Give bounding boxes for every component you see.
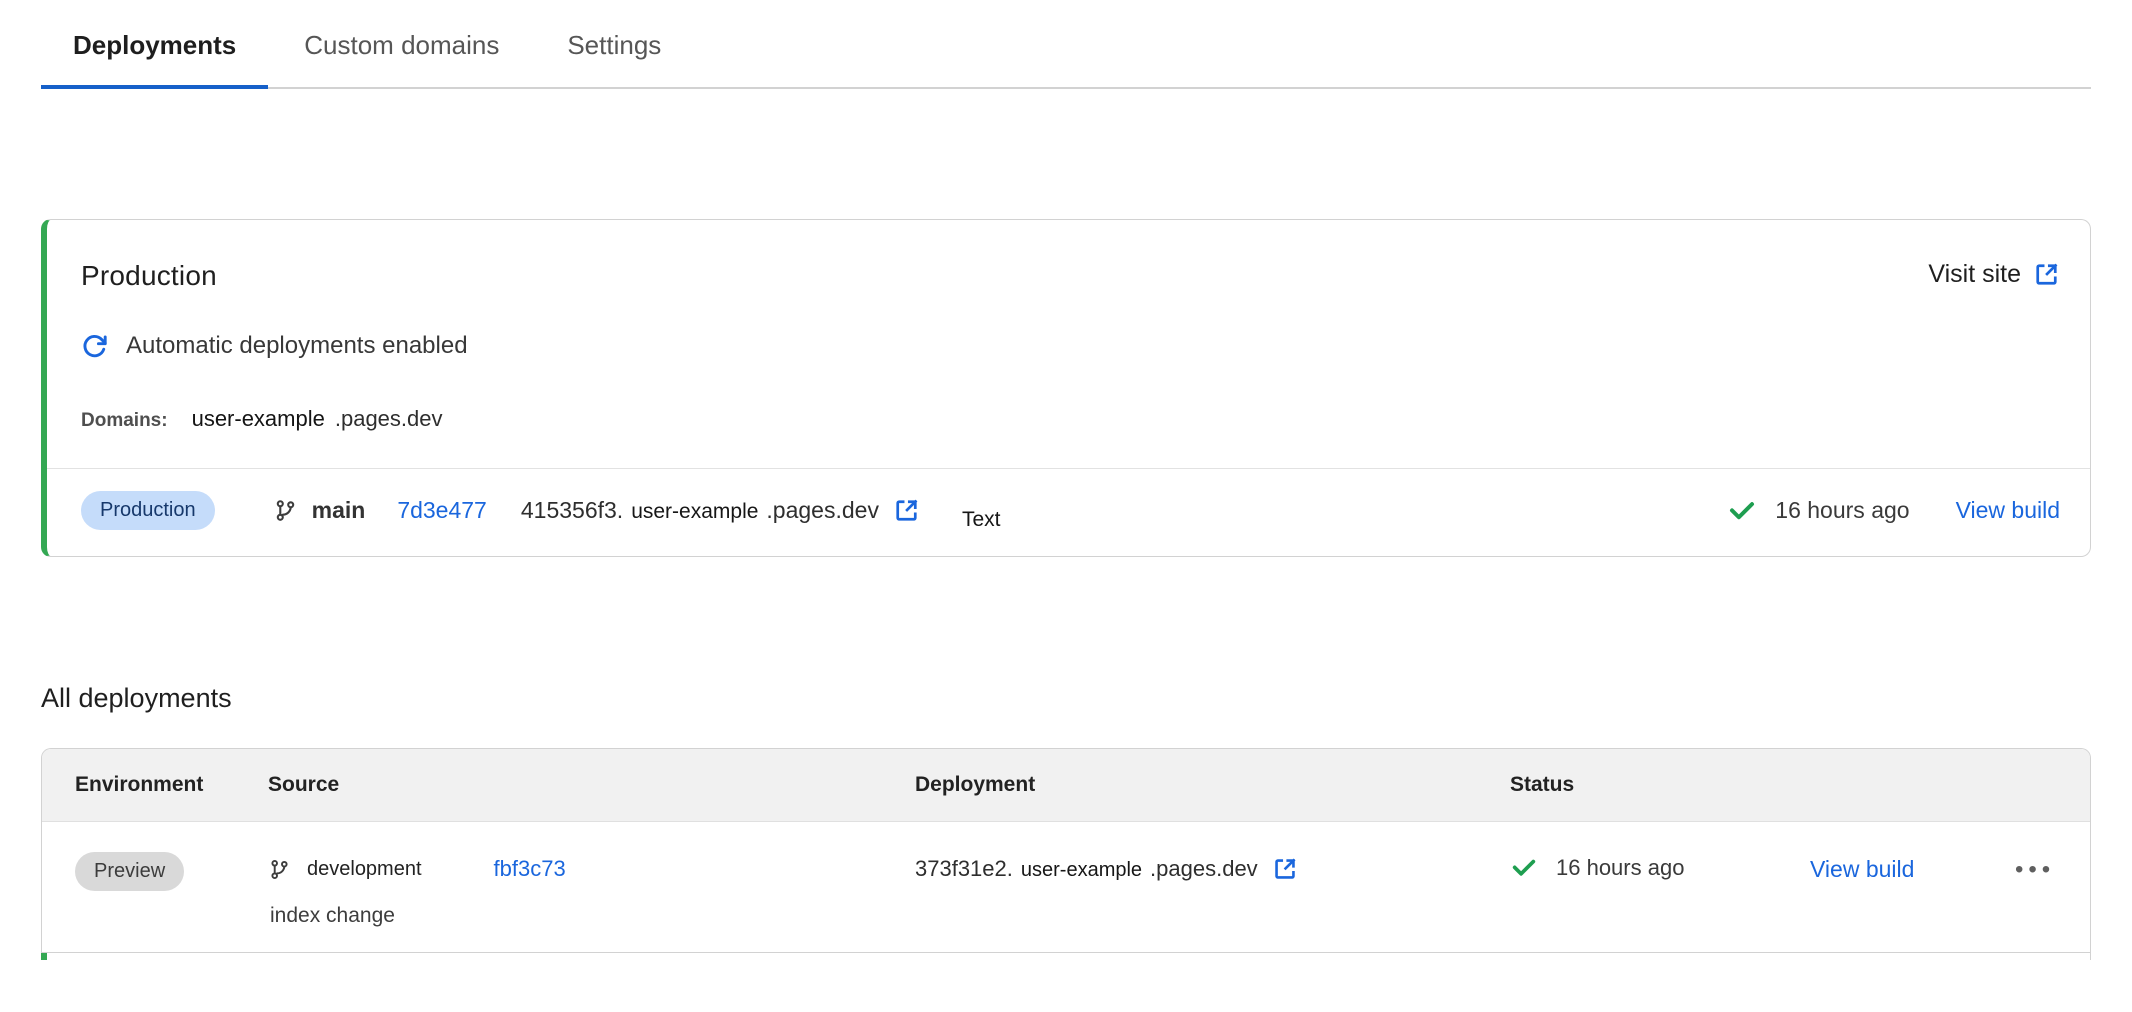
deployment-url: 415356f3. user-example .pages.dev xyxy=(521,497,920,524)
view-build-link[interactable]: View build xyxy=(1956,497,2060,524)
git-branch-icon xyxy=(273,498,298,523)
production-deployment-row: Production main 7d3e477 415356f3. user-e… xyxy=(47,469,2090,556)
auto-deployments-text: Automatic deployments enabled xyxy=(126,332,468,360)
external-link-icon[interactable] xyxy=(893,497,920,524)
production-card-top: Production Visit site Automa xyxy=(47,220,2090,468)
tab-deployments[interactable]: Deployments xyxy=(41,30,268,87)
table-row: Preview development fbf3c73 index change xyxy=(42,822,2090,952)
deployment-suffix: .pages.dev xyxy=(766,497,879,524)
commit-message: Text xyxy=(962,508,1001,532)
external-link-icon xyxy=(2033,261,2060,288)
overflow-menu-icon[interactable]: ••• xyxy=(2015,850,2090,884)
column-header-status: Status xyxy=(1510,773,1810,797)
domain-name: user-example xyxy=(192,406,325,432)
deployment-id: 415356f3. xyxy=(521,497,623,524)
column-header-deployment: Deployment xyxy=(915,773,1510,797)
commit-message: index change xyxy=(270,904,915,928)
deployment-time: 16 hours ago xyxy=(1556,855,1684,881)
deployment-time: 16 hours ago xyxy=(1775,497,1909,524)
tab-custom-domains[interactable]: Custom domains xyxy=(272,30,531,87)
all-deployments-title: All deployments xyxy=(41,683,2091,714)
git-branch-icon xyxy=(268,858,291,881)
next-row-accent-peek xyxy=(41,953,2091,960)
column-header-source: Source xyxy=(268,773,915,797)
domains-label: Domains: xyxy=(81,410,168,432)
check-icon xyxy=(1727,496,1757,526)
visit-site-label: Visit site xyxy=(1928,260,2021,289)
visit-site-link[interactable]: Visit site xyxy=(1928,260,2060,289)
branch-name: main xyxy=(312,497,366,524)
refresh-icon xyxy=(81,333,108,360)
tab-settings[interactable]: Settings xyxy=(535,30,693,87)
deployments-table: Environment Source Deployment Status Pre… xyxy=(41,748,2091,952)
production-card-title: Production xyxy=(81,260,217,292)
domain-suffix: .pages.dev xyxy=(335,406,443,432)
view-build-link[interactable]: View build xyxy=(1810,850,2015,883)
commit-link[interactable]: fbf3c73 xyxy=(494,856,566,882)
deployment-host: user-example xyxy=(631,500,758,524)
table-header-row: Environment Source Deployment Status xyxy=(42,749,2090,822)
environment-badge-production: Production xyxy=(81,491,215,530)
deployment-suffix: .pages.dev xyxy=(1150,856,1258,882)
column-header-environment: Environment xyxy=(75,773,268,797)
commit-link[interactable]: 7d3e477 xyxy=(397,497,487,524)
deployment-host: user-example xyxy=(1021,859,1142,882)
environment-badge-preview: Preview xyxy=(75,852,184,891)
check-icon xyxy=(1510,854,1538,882)
branch-name: development xyxy=(307,858,422,881)
deployment-url: 373f31e2. user-example .pages.dev xyxy=(915,850,1510,882)
external-link-icon[interactable] xyxy=(1272,856,1298,882)
tab-bar: Deployments Custom domains Settings xyxy=(41,0,2091,89)
production-card: Production Visit site Automa xyxy=(41,219,2091,557)
deployment-id: 373f31e2. xyxy=(915,856,1013,882)
